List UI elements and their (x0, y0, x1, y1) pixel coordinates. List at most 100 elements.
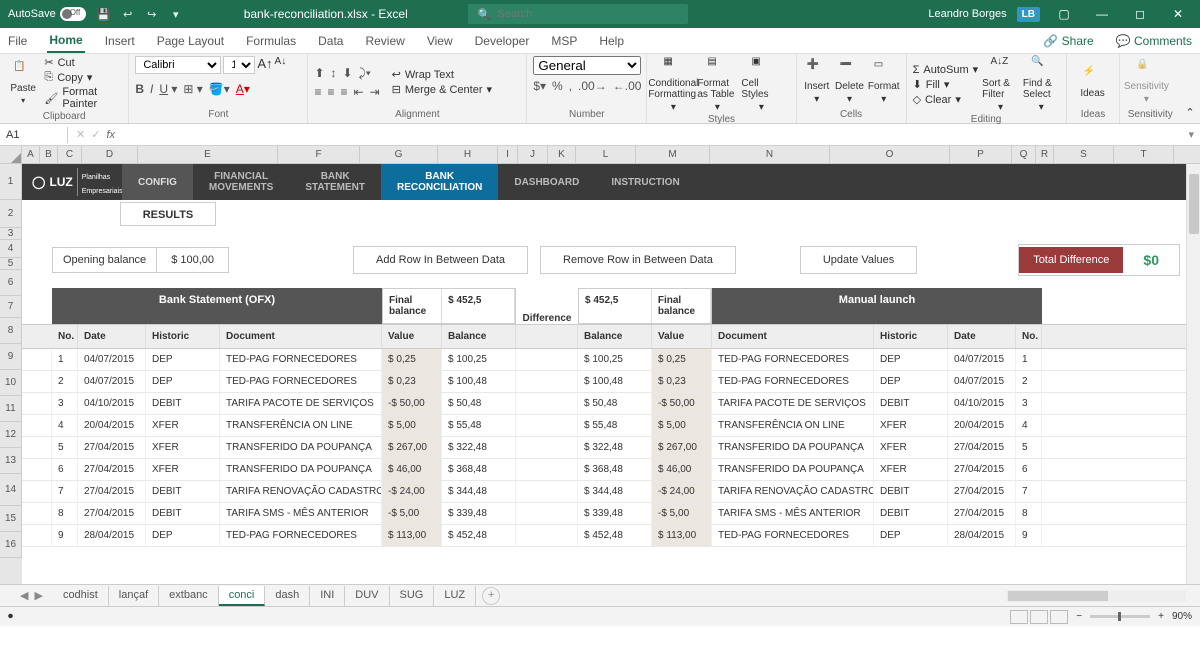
table-row[interactable]: 527/04/2015XFERTRANSFERIDO DA POUPANÇA$ … (22, 437, 1200, 459)
row-header[interactable]: 13 (0, 448, 22, 474)
row-header[interactable]: 7 (0, 296, 22, 318)
cell[interactable]: 04/10/2015 (948, 393, 1016, 414)
cell[interactable]: TARIFA RENOVAÇÃO CADASTRO (712, 481, 874, 502)
cell[interactable]: DEP (874, 525, 948, 546)
cell[interactable]: 4 (52, 415, 78, 436)
cell[interactable]: 6 (1016, 459, 1042, 480)
normal-view-icon[interactable] (1010, 610, 1028, 624)
cell[interactable] (516, 393, 578, 414)
cell[interactable]: $ 5,00 (382, 415, 442, 436)
cell[interactable]: 27/04/2015 (78, 503, 146, 524)
column-header[interactable]: G (360, 146, 438, 163)
nav-financial-movements[interactable]: FINANCIALMOVEMENTS (193, 164, 289, 200)
cell[interactable]: TED-PAG FORNECEDORES (220, 349, 382, 370)
cell[interactable]: 1 (1016, 349, 1042, 370)
column-header[interactable]: K (548, 146, 576, 163)
cell[interactable]: $ 452,48 (578, 525, 652, 546)
tab-data[interactable]: Data (316, 30, 345, 52)
cell[interactable]: 04/07/2015 (948, 349, 1016, 370)
number-format-select[interactable]: General (533, 56, 641, 75)
cell[interactable] (22, 525, 52, 546)
cell[interactable]: TRANSFERIDO DA POUPANÇA (712, 459, 874, 480)
cell[interactable]: DEBIT (874, 503, 948, 524)
cell[interactable]: DEP (146, 349, 220, 370)
merge-center-button[interactable]: ⊟ Merge & Center ▾ (392, 83, 492, 96)
border-icon[interactable]: ⊞ ▾ (183, 82, 202, 96)
cell[interactable]: XFER (146, 415, 220, 436)
cell[interactable] (516, 503, 578, 524)
cell[interactable]: TED-PAG FORNECEDORES (220, 371, 382, 392)
clear-button[interactable]: ◇ Clear ▾ (913, 93, 979, 106)
decrease-font-icon[interactable]: A↓ (275, 56, 287, 74)
cell[interactable]: $ 368,48 (578, 459, 652, 480)
add-sheet-button[interactable]: + (482, 587, 500, 605)
column-header[interactable]: F (278, 146, 360, 163)
zoom-level[interactable]: 90% (1172, 611, 1192, 622)
add-row-button[interactable]: Add Row In Between Data (353, 246, 528, 274)
increase-decimal-icon[interactable]: .00→ (578, 79, 607, 93)
column-header[interactable]: Q (1012, 146, 1036, 163)
cell[interactable] (516, 437, 578, 458)
sheet-tab[interactable]: DUV (345, 586, 389, 606)
search-input[interactable] (497, 8, 677, 20)
cell[interactable]: -$ 50,00 (652, 393, 712, 414)
tab-insert[interactable]: Insert (103, 30, 137, 52)
cell[interactable] (22, 481, 52, 502)
cell[interactable]: $ 113,00 (382, 525, 442, 546)
bold-icon[interactable]: B (135, 82, 144, 96)
nav-bank-reconciliation[interactable]: BANKRECONCILIATION (381, 164, 498, 200)
column-header[interactable]: H (438, 146, 498, 163)
cell[interactable]: DEBIT (874, 481, 948, 502)
sheet-nav-prev-icon[interactable]: ◀ (20, 589, 28, 602)
cell[interactable]: XFER (146, 437, 220, 458)
qat-dropdown-icon[interactable]: ▾ (168, 6, 184, 22)
column-header[interactable]: J (518, 146, 548, 163)
sheet-tab[interactable]: extbanc (159, 586, 219, 606)
cell[interactable]: 27/04/2015 (948, 437, 1016, 458)
cell[interactable]: 27/04/2015 (948, 503, 1016, 524)
cell[interactable]: $ 55,48 (442, 415, 516, 436)
table-row[interactable]: 104/07/2015DEPTED-PAG FORNECEDORES$ 0,25… (22, 349, 1200, 371)
cell[interactable] (516, 481, 578, 502)
cell[interactable]: -$ 5,00 (652, 503, 712, 524)
ribbon-mode-icon[interactable]: ▢ (1050, 7, 1078, 21)
select-all-corner[interactable] (0, 146, 22, 163)
cell[interactable]: 28/04/2015 (948, 525, 1016, 546)
row-header[interactable]: 8 (0, 318, 22, 344)
cell[interactable]: $ 322,48 (442, 437, 516, 458)
cell[interactable] (22, 415, 52, 436)
cell[interactable]: 1 (52, 349, 78, 370)
cell[interactable]: DEBIT (146, 481, 220, 502)
cell[interactable]: $ 368,48 (442, 459, 516, 480)
font-name-select[interactable]: Calibri (135, 56, 221, 74)
cell[interactable] (22, 459, 52, 480)
row-header[interactable]: 6 (0, 270, 22, 296)
cell[interactable]: 27/04/2015 (948, 481, 1016, 502)
table-row[interactable]: 304/10/2015DEBITTARIFA PACOTE DE SERVIÇO… (22, 393, 1200, 415)
cell[interactable]: 04/07/2015 (948, 371, 1016, 392)
user-badge[interactable]: LB (1017, 7, 1040, 22)
tab-view[interactable]: View (425, 30, 455, 52)
undo-icon[interactable]: ↩ (120, 6, 136, 22)
close-icon[interactable]: ✕ (1164, 7, 1192, 21)
underline-icon[interactable]: U ▾ (159, 82, 177, 96)
fill-color-icon[interactable]: 🪣▾ (209, 82, 230, 96)
tab-home[interactable]: Home (47, 29, 84, 53)
cell[interactable]: 9 (1016, 525, 1042, 546)
cell[interactable] (22, 437, 52, 458)
cell[interactable] (516, 525, 578, 546)
zoom-slider[interactable] (1090, 615, 1150, 618)
cell[interactable]: TRANSFERÊNCIA ON LINE (220, 415, 382, 436)
tab-review[interactable]: Review (363, 30, 406, 52)
autosum-button[interactable]: Σ AutoSum ▾ (913, 63, 979, 76)
nav-config[interactable]: CONFIG (122, 164, 193, 200)
cell[interactable]: $ 50,48 (578, 393, 652, 414)
conditional-formatting-button[interactable]: ▦Conditional Formatting▾ (653, 56, 693, 113)
column-header[interactable]: N (710, 146, 830, 163)
cell[interactable]: TED-PAG FORNECEDORES (712, 525, 874, 546)
column-header[interactable]: T (1114, 146, 1174, 163)
cell[interactable]: DEP (146, 371, 220, 392)
cell[interactable]: TARIFA SMS - MÊS ANTERIOR (712, 503, 874, 524)
tab-page-layout[interactable]: Page Layout (155, 30, 226, 52)
cell[interactable] (516, 349, 578, 370)
